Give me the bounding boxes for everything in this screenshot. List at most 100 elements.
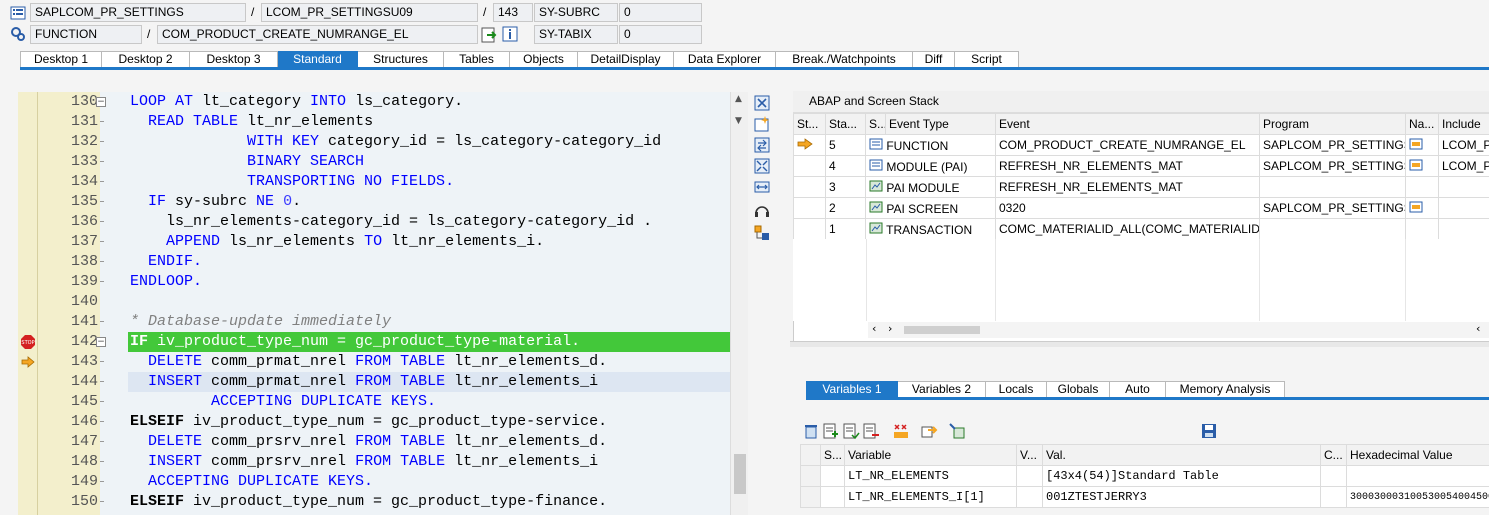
- stack-row[interactable]: 3 PAI MODULE REFRESH_NR_ELEMENTS_MAT: [793, 176, 1489, 198]
- delete-icon[interactable]: [802, 422, 820, 440]
- save-icon[interactable]: [1200, 422, 1218, 440]
- headset-icon[interactable]: [752, 201, 772, 221]
- scroll-thumb[interactable]: [734, 454, 746, 494]
- col-navigate[interactable]: Na...: [1405, 113, 1439, 135]
- editor-vertical-scrollbar[interactable]: ▲ ▼: [730, 92, 748, 515]
- navigate-source-icon[interactable]: [1409, 159, 1423, 171]
- scroll-left-end-icon[interactable]: ‹: [1476, 322, 1480, 335]
- include-field[interactable]: LCOM_PR_SETTINGSU09: [261, 3, 478, 22]
- col-status[interactable]: S...: [820, 444, 845, 466]
- code-line[interactable]: 132 WITH KEY category_id = ls_category-c…: [18, 132, 730, 152]
- new-window-icon[interactable]: [752, 114, 772, 134]
- row-selector[interactable]: [800, 465, 821, 487]
- tab-memory-analysis[interactable]: Memory Analysis: [1166, 381, 1285, 398]
- jump-icon[interactable]: [920, 422, 938, 440]
- col-event-type[interactable]: Event Type: [885, 113, 996, 135]
- tab-break-watchpoints[interactable]: Break./Watchpoints: [776, 51, 913, 68]
- navigate-cell[interactable]: [1405, 134, 1439, 156]
- row-selector[interactable]: [800, 486, 821, 508]
- code-line[interactable]: 149 ACCEPTING DUPLICATE KEYS.: [18, 472, 730, 492]
- line-field[interactable]: 143: [493, 3, 533, 22]
- navigate-cell[interactable]: [1405, 197, 1439, 219]
- replace-icon[interactable]: [752, 135, 772, 155]
- tab-structures[interactable]: Structures: [358, 51, 444, 68]
- tab-locals[interactable]: Locals: [986, 381, 1047, 398]
- col-program[interactable]: Program: [1259, 113, 1406, 135]
- tab-standard[interactable]: Standard: [278, 51, 358, 68]
- stack-row[interactable]: 1 TRANSACTION COMC_MATERIALID_ALL(COMC_M…: [793, 218, 1489, 240]
- code-line[interactable]: 150 ELSEIF iv_product_type_num = gc_produ…: [18, 492, 730, 512]
- code-line[interactable]: 144 INSERT comm_prmat_nrel FROM TABLE lt…: [18, 372, 730, 392]
- tab-detaildisplay[interactable]: DetailDisplay: [578, 51, 674, 68]
- code-line[interactable]: 135 IF sy-subrc NE 0.: [18, 192, 730, 212]
- insert-row-icon[interactable]: [822, 422, 840, 440]
- tab-auto[interactable]: Auto: [1110, 381, 1166, 398]
- col-hex-value[interactable]: Hexadecimal Value: [1346, 444, 1489, 466]
- tools-icon[interactable]: [752, 223, 772, 243]
- close-icon[interactable]: [752, 93, 772, 113]
- stack-row[interactable]: 2 PAI SCREEN 0320 SAPLCOM_PR_SETTINGS: [793, 197, 1489, 219]
- scroll-right-icon[interactable]: ›: [888, 322, 892, 335]
- code-line[interactable]: 137 APPEND ls_nr_elements TO lt_nr_eleme…: [18, 232, 730, 252]
- col-c[interactable]: C...: [1320, 444, 1347, 466]
- navigate-source-icon[interactable]: [1409, 201, 1423, 213]
- code-line[interactable]: 142− IF iv_product_type_num = gc_product_…: [18, 332, 730, 352]
- code-line[interactable]: 134 TRANSPORTING NO FIELDS.: [18, 172, 730, 192]
- tab-objects[interactable]: Objects: [510, 51, 578, 68]
- panel-splitter[interactable]: [790, 341, 1489, 347]
- split-width-icon[interactable]: [752, 177, 772, 197]
- code-line[interactable]: 141 * Database-update immediately: [18, 312, 730, 332]
- stack-row[interactable]: 4 MODULE (PAI) REFRESH_NR_ELEMENTS_MAT S…: [793, 155, 1489, 177]
- code-line[interactable]: 147 DELETE comm_prsrv_nrel FROM TABLE lt…: [18, 432, 730, 452]
- fold-toggle-icon[interactable]: −: [96, 337, 106, 347]
- event-type-field[interactable]: FUNCTION: [30, 25, 142, 44]
- scroll-left-icon[interactable]: ‹: [872, 322, 876, 335]
- remove-row-icon[interactable]: [862, 422, 880, 440]
- scroll-down-icon[interactable]: ▼: [735, 116, 742, 126]
- code-line[interactable]: 131 READ TABLE lt_nr_elements: [18, 112, 730, 132]
- code-line[interactable]: 148 INSERT comm_prsrv_nrel FROM TABLE lt…: [18, 452, 730, 472]
- variable-row[interactable]: LT_NR_ELEMENTS_I[1] 001ZTESTJERRY3 30003…: [800, 486, 1489, 508]
- code-line[interactable]: 133 BINARY SEARCH: [18, 152, 730, 172]
- variable-name-cell[interactable]: LT_NR_ELEMENTS_I[1]: [844, 486, 1017, 508]
- code-line[interactable]: 136 ls_nr_elements-category_id = ls_cate…: [18, 212, 730, 232]
- stack-row[interactable]: 5 FUNCTION COM_PRODUCT_CREATE_NUMRANGE_E…: [793, 134, 1489, 156]
- value-cell[interactable]: 001ZTESTJERRY3: [1042, 486, 1321, 508]
- variable-row[interactable]: LT_NR_ELEMENTS [43x4(54)]Standard Table: [800, 465, 1489, 487]
- navigate-cell[interactable]: [1405, 155, 1439, 177]
- code-line[interactable]: 139 ENDLOOP.: [18, 272, 730, 292]
- fold-toggle-icon[interactable]: −: [96, 97, 106, 107]
- program-field[interactable]: SAPLCOM_PR_SETTINGS: [30, 3, 246, 22]
- col-variable[interactable]: Variable: [844, 444, 1017, 466]
- navigate-source-icon[interactable]: [1409, 138, 1423, 150]
- change-value-icon[interactable]: [892, 422, 910, 440]
- scroll-up-icon[interactable]: ▲: [735, 94, 742, 104]
- code-line[interactable]: 145 ACCEPTING DUPLICATE KEYS.: [18, 392, 730, 412]
- code-line[interactable]: 138 ENDIF.: [18, 252, 730, 272]
- code-line[interactable]: 140: [18, 292, 730, 312]
- navigate-icon[interactable]: [481, 27, 497, 43]
- code-line[interactable]: 130− LOOP AT lt_category INTO ls_category…: [18, 92, 730, 112]
- col-include[interactable]: Include: [1438, 113, 1489, 135]
- append-row-icon[interactable]: [842, 422, 860, 440]
- tab-data-explorer[interactable]: Data Explorer: [674, 51, 776, 68]
- tab-desktop-3[interactable]: Desktop 3: [190, 51, 278, 68]
- tab-desktop-1[interactable]: Desktop 1: [20, 51, 102, 68]
- col-v[interactable]: V...: [1016, 444, 1043, 466]
- code-line[interactable]: 146 ELSEIF iv_product_type_num = gc_produ…: [18, 412, 730, 432]
- fullscreen-icon[interactable]: [752, 156, 772, 176]
- col-status[interactable]: St...: [793, 113, 826, 135]
- variable-name-cell[interactable]: LT_NR_ELEMENTS: [844, 465, 1017, 487]
- stack-horizontal-scrollbar[interactable]: ‹ › ‹: [868, 322, 1489, 338]
- scroll-thumb[interactable]: [904, 326, 980, 334]
- col-value[interactable]: Val.: [1042, 444, 1321, 466]
- source-code-editor[interactable]: STOP 130− LOOP AT lt_category INTO ls_cat…: [18, 92, 730, 515]
- tab-diff[interactable]: Diff: [913, 51, 955, 68]
- code-line[interactable]: 143 DELETE comm_prmat_nrel FROM TABLE lt…: [18, 352, 730, 372]
- event-name-field[interactable]: COM_PRODUCT_CREATE_NUMRANGE_EL: [157, 25, 478, 44]
- col-stack-level[interactable]: Sta...: [825, 113, 866, 135]
- value-cell[interactable]: [43x4(54)]Standard Table: [1042, 465, 1321, 487]
- tab-tables[interactable]: Tables: [444, 51, 510, 68]
- tab-desktop-2[interactable]: Desktop 2: [102, 51, 190, 68]
- tab-variables-2[interactable]: Variables 2: [898, 381, 986, 398]
